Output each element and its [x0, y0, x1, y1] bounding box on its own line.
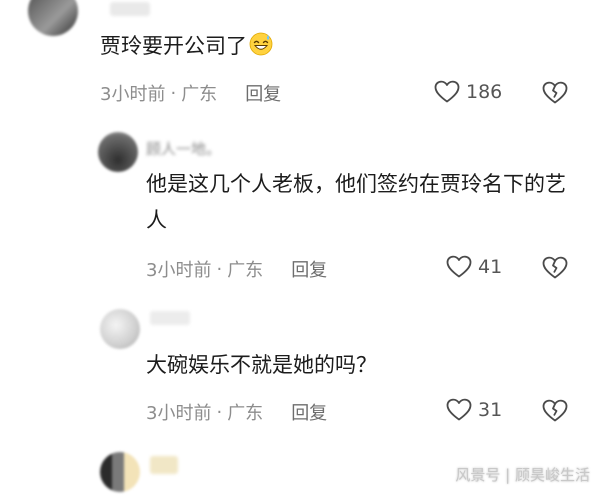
heart-icon	[446, 398, 472, 421]
comment-text: 贾玲要开公司了	[100, 28, 570, 64]
meta-separator: ·	[170, 82, 177, 104]
reply-button[interactable]: 回复	[291, 256, 327, 282]
username[interactable]	[150, 311, 190, 325]
location: 广东	[227, 260, 264, 281]
username[interactable]	[150, 456, 178, 474]
username[interactable]	[110, 2, 150, 16]
timestamp: 3小时前	[100, 84, 166, 105]
heart-icon	[434, 80, 460, 103]
location: 广东	[181, 84, 218, 105]
comment-meta: 3小时前 · 广东 回复	[100, 80, 281, 106]
broken-heart-icon[interactable]	[542, 81, 568, 105]
comment-text-content: 贾玲要开公司了	[100, 34, 247, 58]
avatar[interactable]	[28, 0, 78, 36]
reply-button[interactable]: 回复	[291, 399, 327, 425]
comment-3: 大碗娱乐不就是她的吗？ 3小时前 · 广东 回复 31	[0, 295, 600, 435]
meta-separator: ·	[216, 258, 223, 280]
like-count: 41	[478, 256, 503, 278]
heart-icon	[446, 255, 472, 278]
timestamp: 3小时前	[146, 260, 212, 281]
like-count: 31	[478, 399, 503, 421]
grinning-sweat-emoji-icon	[249, 32, 273, 56]
reply-button[interactable]: 回复	[245, 80, 281, 106]
broken-heart-icon[interactable]	[542, 399, 568, 423]
watermark: 风景号 | 顾昊峻生活	[455, 466, 590, 484]
timestamp: 3小时前	[146, 403, 212, 424]
meta-separator: ·	[216, 401, 223, 423]
like-button[interactable]: 31	[446, 398, 502, 422]
comment-text: 他是这几个人老板，他们签约在贾玲名下的艺人	[146, 172, 566, 232]
comment-meta: 3小时前 · 广东 回复	[146, 256, 327, 282]
comment-2: 顾人一地。 他是这几个人老板，他们签约在贾玲名下的艺人 3小时前 · 广东 回复…	[0, 120, 600, 295]
like-button[interactable]: 186	[434, 80, 502, 104]
like-count: 186	[466, 81, 503, 103]
username[interactable]: 顾人一地。	[146, 138, 221, 159]
comment-text: 大碗娱乐不就是她的吗？	[146, 353, 377, 377]
avatar[interactable]	[100, 452, 140, 492]
avatar[interactable]	[100, 309, 140, 349]
avatar[interactable]	[98, 132, 138, 172]
comment-meta: 3小时前 · 广东 回复	[146, 399, 327, 425]
location: 广东	[227, 403, 264, 424]
like-button[interactable]: 41	[446, 255, 502, 279]
broken-heart-icon[interactable]	[542, 256, 568, 280]
comment-1: 贾玲要开公司了 3小时前 · 广东 回复 186	[0, 0, 600, 120]
